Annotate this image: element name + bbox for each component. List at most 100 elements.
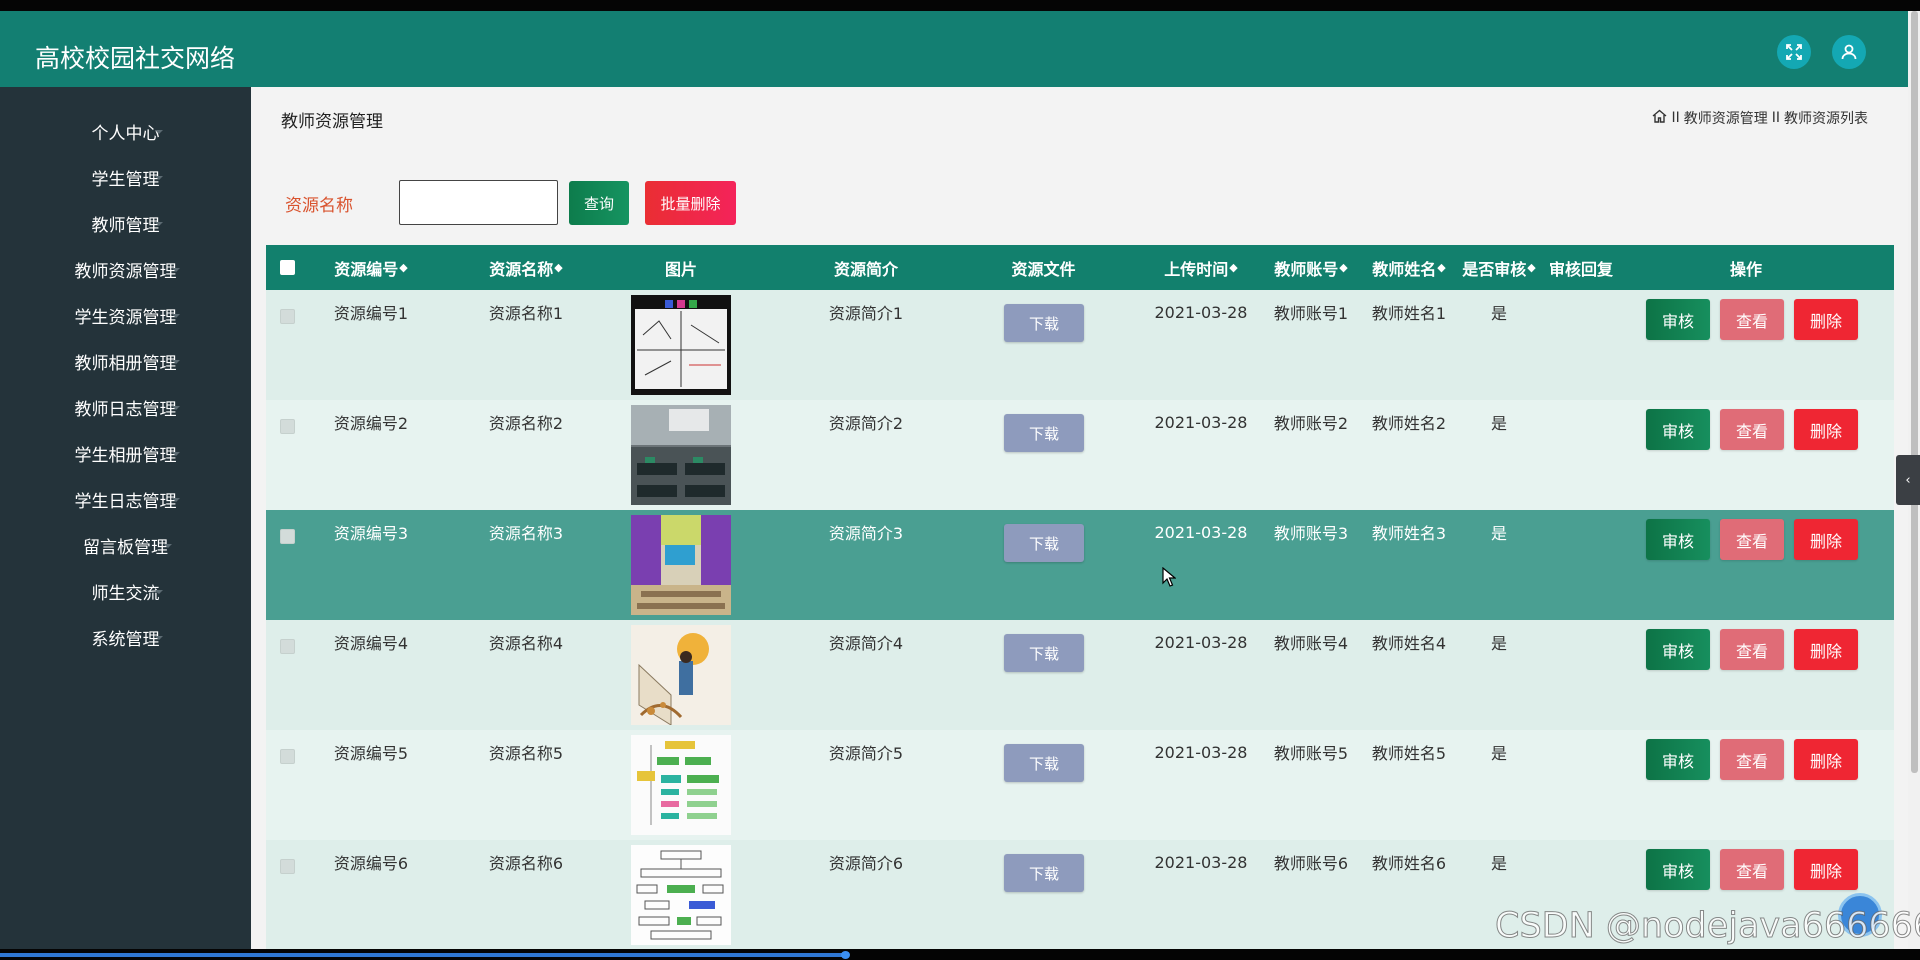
cell-reply: [1536, 632, 1626, 652]
page-title: 教师资源管理: [281, 112, 383, 132]
cell-upload-time: 2021-03-28: [1154, 632, 1248, 652]
home-icon[interactable]: [1652, 109, 1667, 127]
cell-name: 资源名称6: [488, 854, 564, 873]
col-header-code[interactable]: 资源编号 ◆: [316, 245, 426, 290]
chevron-down-icon: [172, 314, 180, 318]
collapse-panel-tab[interactable]: ‹: [1896, 455, 1920, 505]
cell-account: 教师账号2: [1273, 414, 1349, 433]
col-header-name[interactable]: 资源名称 ◆: [471, 245, 581, 290]
audit-button[interactable]: 审核: [1646, 739, 1710, 780]
row-checkbox[interactable]: [280, 419, 295, 434]
view-button[interactable]: 查看: [1720, 409, 1784, 450]
download-button[interactable]: 下载: [1004, 634, 1084, 672]
cell-upload-time: 2021-03-28: [1154, 522, 1248, 542]
delete-button[interactable]: 删除: [1794, 409, 1858, 450]
col-header-audited[interactable]: 是否审核 ◆: [1449, 245, 1549, 290]
resource-thumbnail[interactable]: [631, 295, 731, 395]
breadcrumb-level-1[interactable]: 教师资源管理: [1684, 108, 1768, 128]
view-button[interactable]: 查看: [1720, 739, 1784, 780]
delete-button[interactable]: 删除: [1794, 629, 1858, 670]
resource-name-search-input[interactable]: [399, 180, 558, 225]
resource-thumbnail[interactable]: [631, 735, 731, 835]
download-button[interactable]: 下载: [1004, 414, 1084, 452]
resource-thumbnail[interactable]: [631, 405, 731, 505]
audit-button[interactable]: 审核: [1646, 409, 1710, 450]
progress-knob[interactable]: [841, 951, 850, 959]
cell-upload-time: 2021-03-28: [1154, 302, 1248, 322]
breadcrumb-level-2: 教师资源列表: [1784, 111, 1868, 127]
cell-audited: 是: [1490, 414, 1507, 433]
row-checkbox[interactable]: [280, 749, 295, 764]
user-icon[interactable]: [1832, 35, 1866, 69]
chevron-down-icon: [155, 130, 163, 134]
cell-reply: [1536, 522, 1626, 542]
sidebar-item-personal[interactable]: 个人中心: [0, 108, 251, 154]
video-progress-bar[interactable]: [0, 949, 1920, 960]
audit-button[interactable]: 审核: [1646, 629, 1710, 670]
query-button[interactable]: 查询: [569, 181, 629, 225]
app-title: 高校校园社交网络: [35, 44, 236, 73]
cell-intro: 资源简介5: [828, 744, 904, 763]
row-checkbox[interactable]: [280, 309, 295, 324]
cell-upload-time: 2021-03-28: [1154, 742, 1248, 762]
col-header-time[interactable]: 上传时间 ◆: [1136, 245, 1266, 290]
col-header-image: 图片: [664, 259, 697, 279]
resource-thumbnail[interactable]: [631, 625, 731, 726]
chevron-down-icon: [155, 176, 163, 180]
row-checkbox[interactable]: [280, 639, 295, 654]
cell-reply: [1536, 852, 1626, 872]
sidebar-item-student-albums[interactable]: 学生相册管理: [0, 430, 251, 476]
cell-name: 资源名称3: [488, 524, 564, 543]
sidebar-item-label: 教师资源管理: [74, 261, 177, 282]
cell-reply: [1536, 412, 1626, 432]
sidebar-item-student-logs[interactable]: 学生日志管理: [0, 476, 251, 522]
fullscreen-icon[interactable]: [1777, 35, 1811, 69]
sidebar-item-system[interactable]: 系统管理: [0, 614, 251, 660]
audit-button[interactable]: 审核: [1646, 519, 1710, 560]
download-button[interactable]: 下载: [1004, 744, 1084, 782]
row-checkbox[interactable]: [280, 529, 295, 544]
cell-reply: [1536, 302, 1626, 322]
sidebar-item-students[interactable]: 学生管理: [0, 154, 251, 200]
batch-delete-button[interactable]: 批量删除: [645, 181, 736, 225]
audit-button[interactable]: 审核: [1646, 849, 1710, 890]
scrollbar-thumb[interactable]: [1911, 11, 1918, 773]
resource-table: 资源编号 ◆ 资源名称 ◆ 图片 资源简介 资源文件 上传时间 ◆ 教师账号 ◆ 教师姓…: [266, 245, 1894, 950]
delete-button[interactable]: 删除: [1794, 299, 1858, 340]
download-button[interactable]: 下载: [1004, 524, 1084, 562]
top-strip: [0, 0, 1920, 11]
cell-code: 资源编号6: [333, 854, 409, 873]
sidebar-item-teacher-logs[interactable]: 教师日志管理: [0, 384, 251, 430]
audit-button[interactable]: 审核: [1646, 299, 1710, 340]
row-checkbox[interactable]: [280, 859, 295, 874]
delete-button[interactable]: 删除: [1794, 739, 1858, 780]
sort-icon: ◆: [399, 261, 408, 274]
resource-thumbnail[interactable]: [631, 845, 731, 945]
sidebar-item-teachers[interactable]: 教师管理: [0, 200, 251, 246]
chevron-down-icon: [172, 498, 180, 502]
cell-intro: 资源简介4: [828, 634, 904, 653]
sidebar-item-teacher-albums[interactable]: 教师相册管理: [0, 338, 251, 384]
table-row: 资源编号3 资源名称3 资源简介3 下载 2021-03-28 教师账号3 教师…: [266, 510, 1894, 620]
sidebar-item-label: 留言板管理: [83, 537, 168, 558]
resource-thumbnail[interactable]: [631, 515, 731, 615]
sidebar-item-exchange[interactable]: 师生交流: [0, 568, 251, 614]
cell-audited: 是: [1490, 854, 1507, 873]
delete-button[interactable]: 删除: [1794, 849, 1858, 890]
view-button[interactable]: 查看: [1720, 629, 1784, 670]
chevron-down-icon: [172, 268, 180, 272]
col-header-teacher[interactable]: 教师姓名 ◆: [1354, 245, 1464, 290]
view-button[interactable]: 查看: [1720, 299, 1784, 340]
delete-button[interactable]: 删除: [1794, 519, 1858, 560]
sidebar-item-student-resources[interactable]: 学生资源管理: [0, 292, 251, 338]
sidebar-item-message-board[interactable]: 留言板管理: [0, 522, 251, 568]
breadcrumb: II 教师资源管理 II 教师资源列表: [1652, 108, 1868, 128]
sidebar-item-teacher-resources[interactable]: 教师资源管理: [0, 246, 251, 292]
download-button[interactable]: 下载: [1004, 854, 1084, 892]
select-all-checkbox[interactable]: [280, 260, 295, 275]
view-button[interactable]: 查看: [1720, 849, 1784, 890]
download-button[interactable]: 下载: [1004, 304, 1084, 342]
view-button[interactable]: 查看: [1720, 519, 1784, 560]
sidebar: 个人中心 学生管理 教师管理 教师资源管理 学生资源管理 教师相册管理 教师日志…: [0, 87, 251, 949]
col-header-account[interactable]: 教师账号 ◆: [1251, 245, 1371, 290]
